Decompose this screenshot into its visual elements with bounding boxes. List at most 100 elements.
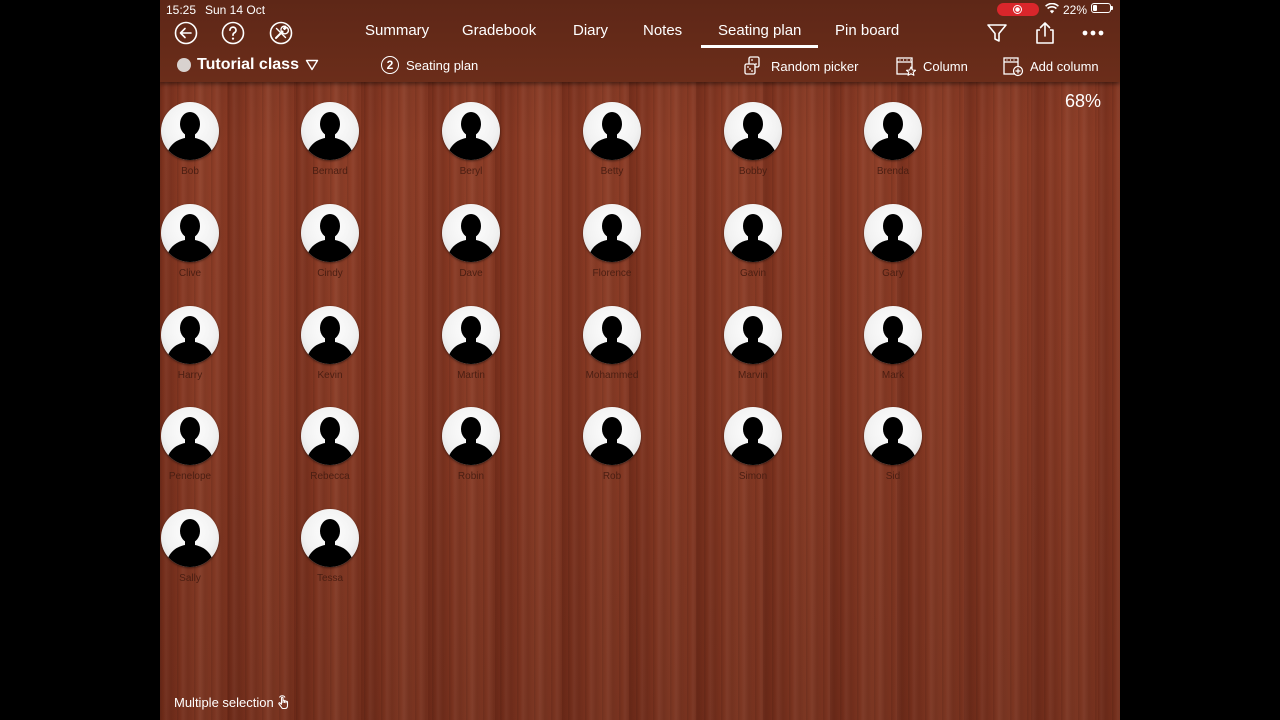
student-name: Betty xyxy=(600,166,624,177)
student-name: Harry xyxy=(177,370,203,381)
tab-seating-plan[interactable]: Seating plan xyxy=(700,22,819,48)
column-button[interactable]: Column xyxy=(895,54,968,78)
avatar xyxy=(301,306,359,364)
person-silhouette-icon xyxy=(868,214,918,262)
student-name: Mohammed xyxy=(585,370,639,381)
question-icon xyxy=(221,21,245,45)
student-name: Florence xyxy=(592,268,632,279)
seating-plan-selector[interactable]: 2 Seating plan xyxy=(381,53,478,77)
add-column-label: Add column xyxy=(1030,58,1099,74)
tab-pin-board[interactable]: Pin board xyxy=(835,22,899,39)
person-silhouette-icon xyxy=(446,214,496,262)
avatar xyxy=(864,102,922,160)
student-name: Robin xyxy=(457,471,485,482)
multiple-selection-label: Multiple selection xyxy=(174,694,274,710)
student-seat[interactable]: Gary xyxy=(855,204,931,284)
seating-grid: Bob Bernard Beryl Betty Bobby Brenda Clive Cind… xyxy=(160,102,940,602)
student-name: Kevin xyxy=(317,370,343,381)
hand-tap-icon xyxy=(277,695,288,710)
student-seat[interactable]: Sid xyxy=(855,407,931,487)
student-seat[interactable]: Mohammed xyxy=(574,306,650,386)
avatar xyxy=(864,306,922,364)
student-seat[interactable]: Tessa xyxy=(292,509,368,589)
status-date: Sun 14 Oct xyxy=(205,3,266,17)
avatar xyxy=(161,306,219,364)
student-name: Dave xyxy=(459,268,483,279)
person-silhouette-icon xyxy=(728,417,778,465)
student-seat[interactable]: Bob xyxy=(160,102,228,182)
avatar xyxy=(583,204,641,262)
status-time: 15:25 xyxy=(166,3,197,17)
avatar xyxy=(864,407,922,465)
triangle-down-icon xyxy=(305,59,319,71)
student-name: Simon xyxy=(738,471,768,482)
class-color-dot xyxy=(177,58,191,72)
student-seat[interactable]: Sally xyxy=(160,509,228,589)
student-seat[interactable]: Rob xyxy=(574,407,650,487)
battery-icon xyxy=(1091,3,1113,13)
avatar xyxy=(442,204,500,262)
tab-notes[interactable]: Notes xyxy=(643,22,682,39)
student-name: Tessa xyxy=(316,573,344,584)
tab-diary[interactable]: Diary xyxy=(573,22,608,39)
class-selector[interactable]: Tutorial class xyxy=(177,55,319,75)
student-seat[interactable]: Rebecca xyxy=(292,407,368,487)
avatar xyxy=(864,204,922,262)
tab-summary[interactable]: Summary xyxy=(365,22,429,39)
student-seat[interactable]: Brenda xyxy=(855,102,931,182)
tab-gradebook[interactable]: Gradebook xyxy=(462,22,536,39)
student-seat[interactable]: Harry xyxy=(160,306,228,386)
student-name: Bob xyxy=(181,166,199,177)
person-silhouette-icon xyxy=(868,417,918,465)
student-seat[interactable]: Martin xyxy=(433,306,509,386)
student-seat[interactable]: Florence xyxy=(574,204,650,284)
person-silhouette-icon xyxy=(446,112,496,160)
avatar xyxy=(301,204,359,262)
settings-button[interactable] xyxy=(268,20,294,46)
student-seat[interactable]: Bernard xyxy=(292,102,368,182)
student-seat[interactable]: Beryl xyxy=(433,102,509,182)
student-name: Rebecca xyxy=(310,471,350,482)
person-silhouette-icon xyxy=(587,112,637,160)
app-window: 15:25 Sun 14 Oct 22% Summary Gradebook D… xyxy=(160,0,1120,720)
help-button[interactable] xyxy=(220,20,246,46)
more-button[interactable] xyxy=(1080,20,1106,46)
student-seat[interactable]: Gavin xyxy=(715,204,791,284)
person-silhouette-icon xyxy=(165,417,215,465)
share-button[interactable] xyxy=(1032,20,1058,46)
student-seat[interactable]: Dave xyxy=(433,204,509,284)
student-seat[interactable]: Simon xyxy=(715,407,791,487)
student-seat[interactable]: Betty xyxy=(574,102,650,182)
student-name: Marvin xyxy=(737,370,768,381)
avatar xyxy=(583,306,641,364)
random-picker-button[interactable]: Random picker xyxy=(743,54,858,78)
student-seat[interactable]: Kevin xyxy=(292,306,368,386)
person-silhouette-icon xyxy=(587,417,637,465)
back-button[interactable] xyxy=(173,20,199,46)
student-seat[interactable]: Mark xyxy=(855,306,931,386)
person-silhouette-icon xyxy=(165,112,215,160)
student-seat[interactable]: Penelope xyxy=(160,407,228,487)
student-name: Martin xyxy=(457,370,485,381)
student-seat[interactable]: Bobby xyxy=(715,102,791,182)
student-name: Cindy xyxy=(317,268,343,279)
student-seat[interactable]: Clive xyxy=(160,204,228,284)
multiple-selection-button[interactable]: Multiple selection xyxy=(174,693,293,711)
student-name: Rob xyxy=(602,471,622,482)
add-column-button[interactable]: Add column xyxy=(1002,54,1099,78)
person-silhouette-icon xyxy=(305,112,355,160)
student-seat[interactable]: Cindy xyxy=(292,204,368,284)
avatar xyxy=(301,407,359,465)
person-silhouette-icon xyxy=(165,214,215,262)
column-star-icon xyxy=(896,57,917,76)
tools-icon xyxy=(269,21,293,45)
add-column-icon xyxy=(1003,57,1024,77)
more-dots-icon xyxy=(1082,30,1104,36)
student-seat[interactable]: Marvin xyxy=(715,306,791,386)
student-name: Brenda xyxy=(876,166,910,177)
person-silhouette-icon xyxy=(728,214,778,262)
zoom-level: 68% xyxy=(1064,91,1101,111)
filter-button[interactable] xyxy=(984,20,1010,46)
student-seat[interactable]: Robin xyxy=(433,407,509,487)
avatar xyxy=(724,204,782,262)
